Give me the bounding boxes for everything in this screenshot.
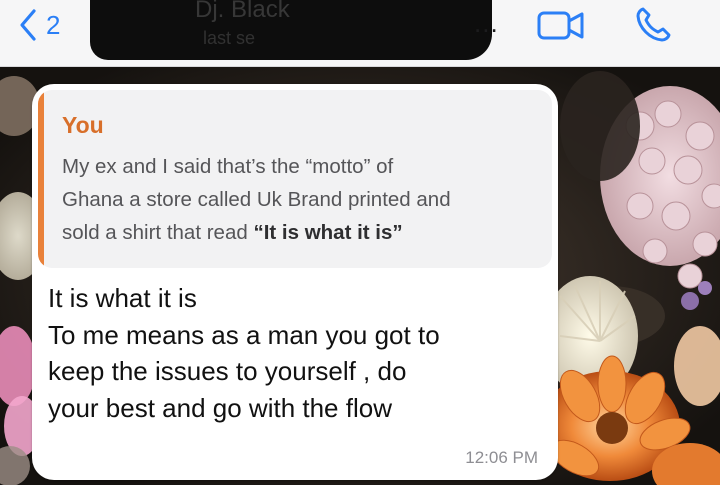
contact-name[interactable]: Dj. Black xyxy=(195,0,290,24)
chevron-left-icon xyxy=(20,9,36,41)
chat-header: 2 Dj. Black last se ... xyxy=(0,0,720,67)
quote-line: My ex and I said that’s the “motto” of xyxy=(62,155,394,178)
message-text: It is what it is To me means as a man yo… xyxy=(48,280,548,426)
message-bubble[interactable]: You My ex and I said that’s the “motto” … xyxy=(32,84,558,480)
video-call-button[interactable] xyxy=(536,8,586,47)
quote-line: Ghana a store called Uk Brand printed an… xyxy=(62,188,451,211)
message-line: To me means as a man you got to xyxy=(48,319,440,350)
message-line: keep the issues to yourself , do xyxy=(48,356,407,386)
quote-text: My ex and I said that’s the “motto” of G… xyxy=(62,150,542,249)
message-line: It is what it is xyxy=(48,283,197,313)
message-timestamp: 12:06 PM xyxy=(465,448,538,467)
quoted-reply[interactable]: You My ex and I said that’s the “motto” … xyxy=(38,90,552,268)
message-line: your best and go with the flow xyxy=(48,392,392,423)
more-indicator: ... xyxy=(474,8,499,38)
back-button[interactable]: 2 xyxy=(18,8,60,42)
quote-author: You xyxy=(62,112,104,138)
contact-status: last se xyxy=(203,28,256,48)
video-camera-icon xyxy=(537,11,584,40)
unread-count: 2 xyxy=(46,10,61,40)
voice-call-button[interactable] xyxy=(634,6,672,49)
phone-icon xyxy=(636,7,671,42)
redacted-contact-area xyxy=(90,0,492,60)
quote-accent-bar xyxy=(38,90,44,268)
quote-line: sold a shirt that read “It is what it is… xyxy=(62,216,542,249)
quote-line-text: sold a shirt that read xyxy=(62,221,254,244)
quote-bold-text: “It is what it is” xyxy=(253,221,403,244)
